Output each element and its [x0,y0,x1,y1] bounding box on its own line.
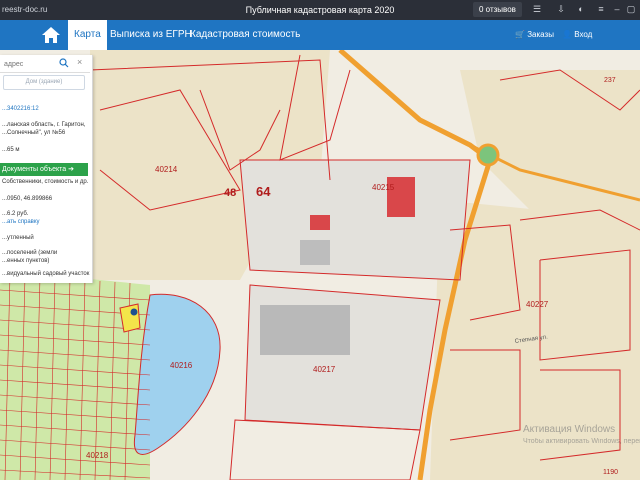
map-label-48: 48 [224,187,236,199]
docs-button-label: Документы объекта [2,166,67,173]
search-input[interactable] [2,58,64,70]
map-label-237: 237 [604,77,616,84]
map-label-64: 64 [256,184,271,199]
area-value: ...65 м [2,147,20,153]
windows-activation-watermark: Активация Windows [523,424,616,435]
home-icon[interactable] [40,25,62,45]
cart-icon: 🛒 [515,30,525,39]
certificate-link[interactable]: ...ать справку [2,219,40,225]
address-line-1: ...ланская область, г. Гаритон, [2,122,86,128]
coordinates: ...0950, 46.899866 [2,196,53,202]
object-documents-button[interactable]: Документы объекта ➔ [0,163,88,176]
map-label-40227: 40227 [526,300,549,309]
site-navbar: Карта Выписка из ЕГРН Кадастровая стоимо… [0,20,640,50]
map-label-40214: 40214 [155,165,178,174]
map-label-40218: 40218 [86,451,109,460]
map-label-40216: 40216 [170,361,193,370]
maximize-icon[interactable]: ▢ [626,4,636,14]
user-icon: 👤 [562,30,572,39]
search-icon[interactable] [59,58,69,68]
purpose-line-2: ...енных пунктов) [2,258,50,264]
map-label-40215: 40215 [372,183,395,192]
land-category: ...утленный [2,235,34,241]
bookmark-icon[interactable]: ☰ [532,4,542,14]
login-label: Вход [574,30,593,39]
minimize-icon[interactable]: – [612,4,622,14]
download-icon[interactable]: ⇩ [556,4,566,14]
clear-icon[interactable]: × [77,57,82,67]
map-label-40217: 40217 [313,365,336,374]
address-line-2: ...Солнечный", ул №56 [2,130,66,136]
map-label-1190: 1190 [603,469,618,476]
reviews-badge[interactable]: 0 отзывов [473,2,522,17]
extension-icon[interactable]: ◐ [576,4,586,14]
browser-titlebar: reestr-doc.ru Публичная кадастровая карт… [0,0,640,20]
login-link[interactable]: 👤 Вход [562,20,592,50]
tab-cadastral-value[interactable]: Кадастровая стоимость [184,20,306,50]
browser-title: Публичная кадастровая карта 2020 [245,5,395,15]
object-type-button[interactable]: Дом (здание) [3,75,85,90]
purpose-line-1: ...поселений (земли [2,250,58,256]
menu-icon[interactable]: ≡ [596,4,606,14]
windows-activation-note: Чтобы активировать Windows, перейдите в … [523,438,640,445]
cadastral-price: ...6.2 руб. [2,211,29,217]
search-bar: × [0,55,90,73]
cadastral-number[interactable]: ...3402216:12 [2,106,39,112]
orders-link[interactable]: 🛒 Заказы [515,20,554,50]
docs-arrow-icon: ➔ [68,166,74,173]
cadastral-map[interactable]: 48 64 40214 40215 40217 40227 40218 4021… [0,50,640,480]
usage-type: ...видуальный садовый участок [2,271,90,277]
object-info-panel: × Дом (здание) ...3402216:12 ...ланская … [0,55,93,283]
docs-subtitle: Собственники, стоимость и др. [2,179,89,185]
tab-map[interactable]: Карта [68,20,107,50]
orders-label: Заказы [527,30,554,39]
